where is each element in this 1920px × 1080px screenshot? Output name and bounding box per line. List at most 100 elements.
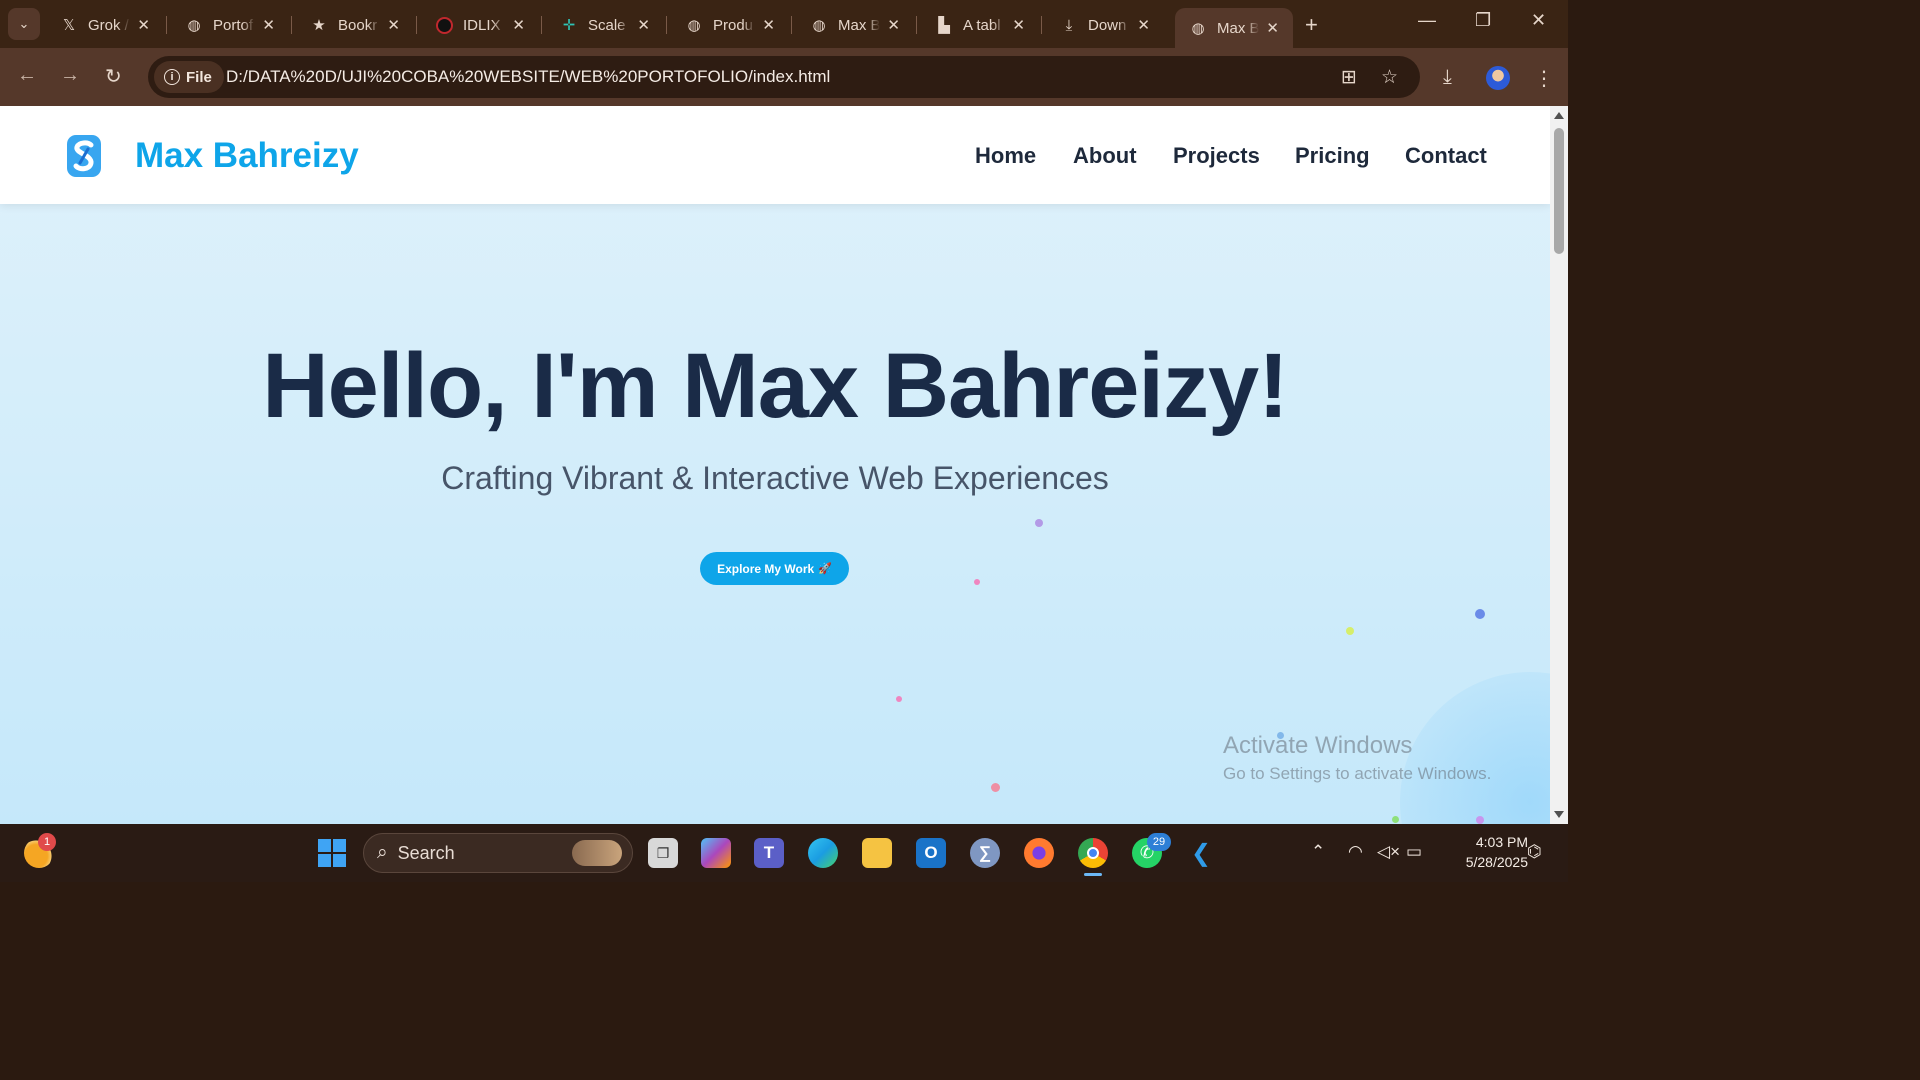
tab-title: Bookr — [338, 16, 378, 34]
browser-tab[interactable]: ◍ Produ ✕ — [671, 8, 792, 42]
browser-tab[interactable]: ✛ Scale ✕ — [546, 8, 667, 42]
file-explorer-icon[interactable] — [862, 838, 892, 868]
close-icon[interactable]: ✕ — [1266, 19, 1279, 37]
tab-title: A tabl — [963, 16, 1001, 34]
bookmark-star-icon[interactable]: ☆ — [1381, 66, 1398, 89]
browser-tab[interactable]: ◍ Portof ✕ — [171, 8, 292, 42]
system-clock[interactable]: 4:03 PM 5/28/2025 — [1438, 832, 1528, 872]
site-info-label: File — [186, 68, 212, 86]
scroll-up-icon[interactable] — [1554, 112, 1564, 119]
close-icon[interactable]: ✕ — [137, 16, 150, 34]
close-icon[interactable]: ✕ — [762, 16, 775, 34]
volume-muted-icon[interactable]: ◁× — [1377, 842, 1400, 862]
browser-tab-active[interactable]: ◍ Max B ✕ — [1175, 8, 1293, 48]
star-icon: ★ — [312, 17, 326, 34]
outlook-icon[interactable]: O — [916, 838, 946, 868]
chevron-down-icon: ⌄ — [18, 16, 30, 31]
browser-tab[interactable]: ⤓ Down ✕ — [1046, 8, 1164, 42]
particle-dot — [1476, 816, 1484, 824]
address-bar[interactable]: i File D:/DATA%20D/UJI%20COBA%20WEBSITE/… — [148, 56, 1420, 98]
browser-tab[interactable]: ★ Bookr ✕ — [296, 8, 417, 42]
tab-title: Portof — [213, 16, 254, 34]
whatsapp-badge: 29 — [1147, 833, 1171, 851]
particle-dot — [1392, 816, 1399, 823]
teams-icon[interactable]: T — [754, 838, 784, 868]
browser-tab[interactable]: 𝕏 Grok / ✕ — [46, 8, 167, 42]
close-icon[interactable]: ✕ — [262, 16, 275, 34]
explore-work-button[interactable]: Explore My Work 🚀 — [700, 552, 849, 585]
site-info-chip[interactable]: i File — [154, 61, 224, 93]
app-icon[interactable]: ∑ — [970, 838, 1000, 868]
copilot-icon[interactable] — [701, 838, 731, 868]
info-icon: i — [164, 69, 180, 85]
scroll-down-icon[interactable] — [1554, 811, 1564, 818]
close-icon[interactable]: ✕ — [1012, 16, 1025, 34]
nav-home[interactable]: Home — [975, 143, 1036, 169]
page-scrollbar[interactable] — [1550, 106, 1568, 824]
search-icon: ⌕ — [377, 842, 388, 863]
cta-label: Explore My Work — [717, 561, 815, 576]
particle-dot — [991, 783, 1000, 792]
tab-title: Scale — [588, 16, 626, 34]
window-close-icon[interactable]: ✕ — [1531, 10, 1546, 31]
close-icon[interactable]: ✕ — [637, 16, 650, 34]
chevron-up-icon[interactable]: ⌃ — [1311, 842, 1325, 862]
close-icon[interactable]: ✕ — [512, 16, 525, 34]
firefox-icon[interactable] — [1024, 838, 1054, 868]
download-icon: ⤓ — [1065, 16, 1073, 34]
hero-title: Hello, I'm Max Bahreizy! — [262, 335, 1289, 437]
nav-about[interactable]: About — [1073, 143, 1137, 169]
browser-tab[interactable]: IDLIX ✕ — [421, 8, 542, 42]
reload-icon[interactable]: ↻ — [105, 64, 122, 89]
page-viewport: Max Bahreizy Home About Projects Pricing… — [0, 106, 1550, 824]
site-header: Max Bahreizy Home About Projects Pricing… — [0, 106, 1550, 204]
decorative-blob — [1400, 672, 1550, 824]
browser-tab[interactable]: ▙ A tabl ✕ — [921, 8, 1042, 42]
search-label: Search — [397, 842, 455, 863]
active-app-indicator — [1084, 873, 1102, 876]
otter-illustration-icon — [572, 840, 622, 866]
forward-arrow-icon[interactable]: → — [60, 64, 80, 87]
taskbar-search[interactable]: ⌕ Search — [363, 833, 633, 873]
tab-title: Max B — [1217, 19, 1259, 37]
weather-badge: 1 — [38, 833, 56, 851]
close-icon[interactable]: ✕ — [1137, 16, 1150, 34]
nav-pricing[interactable]: Pricing — [1295, 143, 1370, 169]
restore-icon[interactable]: ❐ — [1475, 10, 1491, 31]
close-icon[interactable]: ✕ — [387, 16, 400, 34]
url-text[interactable]: D:/DATA%20D/UJI%20COBA%20WEBSITE/WEB%20P… — [226, 67, 830, 87]
new-tab-button[interactable]: + — [1305, 12, 1318, 38]
vscode-icon[interactable]: ❮ — [1186, 838, 1216, 868]
activate-windows-title: Activate Windows — [1223, 732, 1413, 759]
globe-icon: ◍ — [187, 17, 201, 34]
clock-time: 4:03 PM — [1475, 834, 1528, 850]
scrollbar-thumb[interactable] — [1554, 128, 1564, 254]
profile-avatar[interactable] — [1486, 66, 1510, 90]
brand-name[interactable]: Max Bahreizy — [135, 136, 359, 176]
scale-icon: ✛ — [562, 17, 576, 34]
task-view-icon[interactable]: ❐ — [648, 838, 678, 868]
chrome-icon[interactable] — [1078, 838, 1108, 868]
tab-title: Max B — [838, 16, 880, 34]
rocket-icon: 🚀 — [818, 563, 832, 575]
more-menu-icon[interactable]: ⋮ — [1534, 66, 1554, 91]
notification-icon[interactable]: ⌬ — [1527, 842, 1542, 862]
edge-icon[interactable] — [808, 838, 838, 868]
tab-title: Down — [1088, 16, 1127, 34]
clock-date: 5/28/2025 — [1465, 854, 1528, 870]
tab-search-button[interactable]: ⌄ — [8, 8, 40, 40]
battery-icon[interactable]: ▭ — [1406, 842, 1422, 862]
back-arrow-icon[interactable]: ← — [17, 64, 37, 87]
tab-title: IDLIX — [463, 16, 501, 34]
wifi-icon[interactable]: ◠ — [1348, 842, 1363, 862]
logo-icon[interactable] — [66, 134, 102, 178]
nav-contact[interactable]: Contact — [1405, 143, 1487, 169]
particle-dot — [1035, 519, 1043, 527]
start-icon[interactable] — [317, 838, 347, 868]
browser-tab[interactable]: ◍ Max B ✕ — [796, 8, 917, 42]
nav-projects[interactable]: Projects — [1173, 143, 1260, 169]
downloads-icon[interactable]: ⤓ — [1443, 66, 1452, 89]
minimize-icon[interactable]: — — [1418, 10, 1436, 31]
translate-icon[interactable]: ⊞ — [1341, 66, 1357, 89]
close-icon[interactable]: ✕ — [887, 16, 900, 34]
